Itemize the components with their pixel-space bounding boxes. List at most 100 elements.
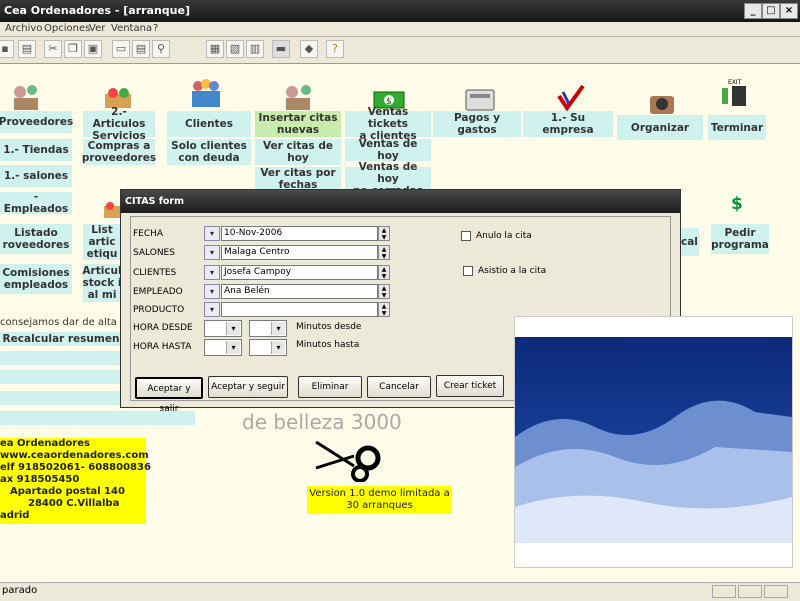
print-preview-icon[interactable]: ▤ (18, 40, 36, 58)
compras-button[interactable]: Compras a proveedores (82, 139, 156, 165)
strip (0, 370, 122, 384)
crear-ticket-button[interactable]: Crear ticket (436, 375, 504, 397)
salones-field[interactable]: Malaga Centro (221, 245, 378, 260)
clientes-deuda-button[interactable]: Solo clientes con deuda (167, 139, 251, 165)
empleado-picker-icon[interactable]: ▾ (204, 284, 220, 299)
window-title: Cea Ordenadores - [arranque] (4, 4, 190, 17)
ver-citas-hoy-button[interactable]: Ver citas de hoy (255, 139, 341, 165)
fecha-field[interactable]: 10-Nov-2006 (221, 226, 378, 241)
contact-line: elf 918502061- 608800836 (0, 462, 151, 473)
contact-line: ea Ordenadores (0, 438, 90, 449)
cal-button[interactable]: cal (681, 228, 699, 256)
contact-line: www.ceaordenadores.com (0, 450, 149, 461)
ventas-tickets-button[interactable]: Ventas tickets a clientes (345, 106, 431, 142)
producto-field[interactable] (221, 302, 378, 317)
recalcular-button[interactable]: Recalcular resumen (0, 332, 122, 346)
insertar-citas-button[interactable]: Insertar citas nuevas (255, 111, 341, 137)
close-button[interactable]: × (780, 3, 798, 19)
empleado-field[interactable]: Ana Belén (221, 284, 378, 299)
articulos-button[interactable]: 2.- Articulos Servicios (83, 106, 155, 142)
salones-picker-icon[interactable]: ▾ (204, 245, 220, 260)
status-panel (712, 585, 736, 598)
clients-icon (192, 79, 220, 107)
app-name-text: de belleza 3000 (242, 410, 402, 434)
clientes-spinner[interactable]: ▲ ▼ (378, 265, 390, 280)
list-icon[interactable]: ▥ (246, 40, 264, 58)
report-icon[interactable]: ▤ (132, 40, 150, 58)
articulos-stock-button[interactable]: Articul stock i al mi (82, 264, 122, 302)
appointments-icon (286, 85, 311, 110)
salones-spinner[interactable]: ▲ ▼ (378, 245, 390, 260)
dollar-icon: $ (731, 194, 743, 214)
empleados-button[interactable]: - Empleados (0, 191, 72, 215)
cancelar-button[interactable]: Cancelar (367, 376, 431, 398)
suppliers-icon (14, 85, 38, 110)
listado-proveedores-button[interactable]: Listado roveedores (0, 224, 72, 254)
save-icon[interactable]: ▪ (0, 40, 14, 58)
clientes-picker-icon[interactable]: ▾ (204, 265, 220, 280)
form-icon[interactable]: ▭ (112, 40, 130, 58)
minutos-hasta-select[interactable]: ▾ (249, 339, 287, 356)
paste-icon[interactable]: ▣ (84, 40, 102, 58)
cut-icon[interactable]: ✂ (44, 40, 62, 58)
proveedores-button[interactable]: Proveedores (0, 111, 73, 133)
empleado-spinner[interactable]: ▲ ▼ (378, 284, 390, 299)
hora-hasta-select[interactable]: ▾ (204, 339, 242, 356)
clientes-button[interactable]: Clientes (167, 111, 251, 137)
winter-forest-image (514, 316, 793, 568)
hora-desde-label: HORA DESDE (133, 323, 193, 333)
asistio-label: Asistio a la cita (478, 266, 547, 276)
search-icon[interactable]: ⚲ (152, 40, 170, 58)
fecha-picker-icon[interactable]: ▾ (204, 226, 220, 241)
svg-text:$: $ (731, 194, 743, 214)
eraser-icon[interactable]: ◆ (300, 40, 318, 58)
comisiones-button[interactable]: Comisiones empleados (0, 264, 72, 294)
terminar-button[interactable]: Terminar (708, 115, 766, 140)
minutos-desde-select[interactable]: ▾ (249, 320, 287, 337)
help-icon[interactable]: ? (326, 40, 344, 58)
ventas-no-cerradas-button[interactable]: Ventas de hoy no cerradas (345, 161, 431, 197)
eliminar-button[interactable]: Eliminar (298, 376, 362, 398)
hora-desde-select[interactable]: ▾ (204, 320, 242, 337)
menu-ventana[interactable]: Ventana (111, 23, 152, 34)
listado-articulos-button[interactable]: List artic etiqu (83, 224, 121, 260)
organizar-button[interactable]: Organizar (617, 115, 703, 140)
pedir-programa-button[interactable]: Pedir programa (711, 224, 769, 254)
monitor-icon[interactable]: ▬ (272, 40, 290, 58)
status-text: parado (2, 585, 38, 596)
salones-button[interactable]: 1.- salones (0, 165, 72, 187)
hora-hasta-label: HORA HASTA (133, 342, 192, 352)
clientes-field[interactable]: Josefa Campoy (221, 265, 378, 280)
scissors-icon (315, 440, 381, 482)
aceptar-seguir-button[interactable]: Aceptar y seguir (208, 376, 288, 398)
pagos-gastos-button[interactable]: Pagos y gastos (433, 111, 521, 137)
menu-archivo[interactable]: Archivo (5, 23, 42, 34)
producto-picker-icon[interactable]: ▾ (204, 302, 220, 317)
minimize-button[interactable]: _ (744, 3, 762, 19)
exit-door-icon: EXIT (722, 79, 746, 106)
tiendas-button[interactable]: 1.- Tiendas (0, 139, 72, 161)
menu-opciones[interactable]: Opciones (44, 23, 90, 34)
producto-spinner[interactable]: ▲ ▼ (378, 302, 390, 317)
menu-ver[interactable]: Ver (89, 23, 105, 34)
maximize-button[interactable]: □ (762, 3, 780, 19)
menu-help[interactable]: ? (153, 23, 158, 34)
minutos-hasta-label: Minutos hasta (296, 340, 360, 350)
filter-icon[interactable]: ▦ (206, 40, 224, 58)
asistio-checkbox[interactable] (463, 266, 473, 276)
ver-citas-fechas-button[interactable]: Ver citas por fechas (255, 167, 341, 191)
status-panel (764, 585, 788, 598)
copy-icon[interactable]: ❐ (64, 40, 82, 58)
contact-box: ea Ordenadores www.ceaordenadores.com el… (0, 438, 151, 524)
find-icon[interactable]: ▧ (226, 40, 244, 58)
toolbar: ▪ ▤ ✂ ❐ ▣ ▭ ▤ ⚲ ▦ ▧ ▥ ▬ ◆ ? (0, 37, 800, 64)
title-bar: Cea Ordenadores - [arranque] _ □ × (0, 0, 800, 22)
aceptar-salir-button[interactable]: Aceptar y salir (135, 377, 203, 414)
fecha-spinner[interactable]: ▲ ▼ (378, 226, 390, 241)
anulo-checkbox[interactable] (461, 231, 471, 241)
organize-camera-icon (650, 96, 674, 114)
ventas-hoy-button[interactable]: Ventas de hoy (345, 138, 431, 162)
version-label: Version 1.0 demo limitada a 30 arranques (307, 486, 452, 514)
svg-text:EXIT: EXIT (728, 79, 742, 86)
su-empresa-button[interactable]: 1.- Su empresa (523, 111, 613, 137)
